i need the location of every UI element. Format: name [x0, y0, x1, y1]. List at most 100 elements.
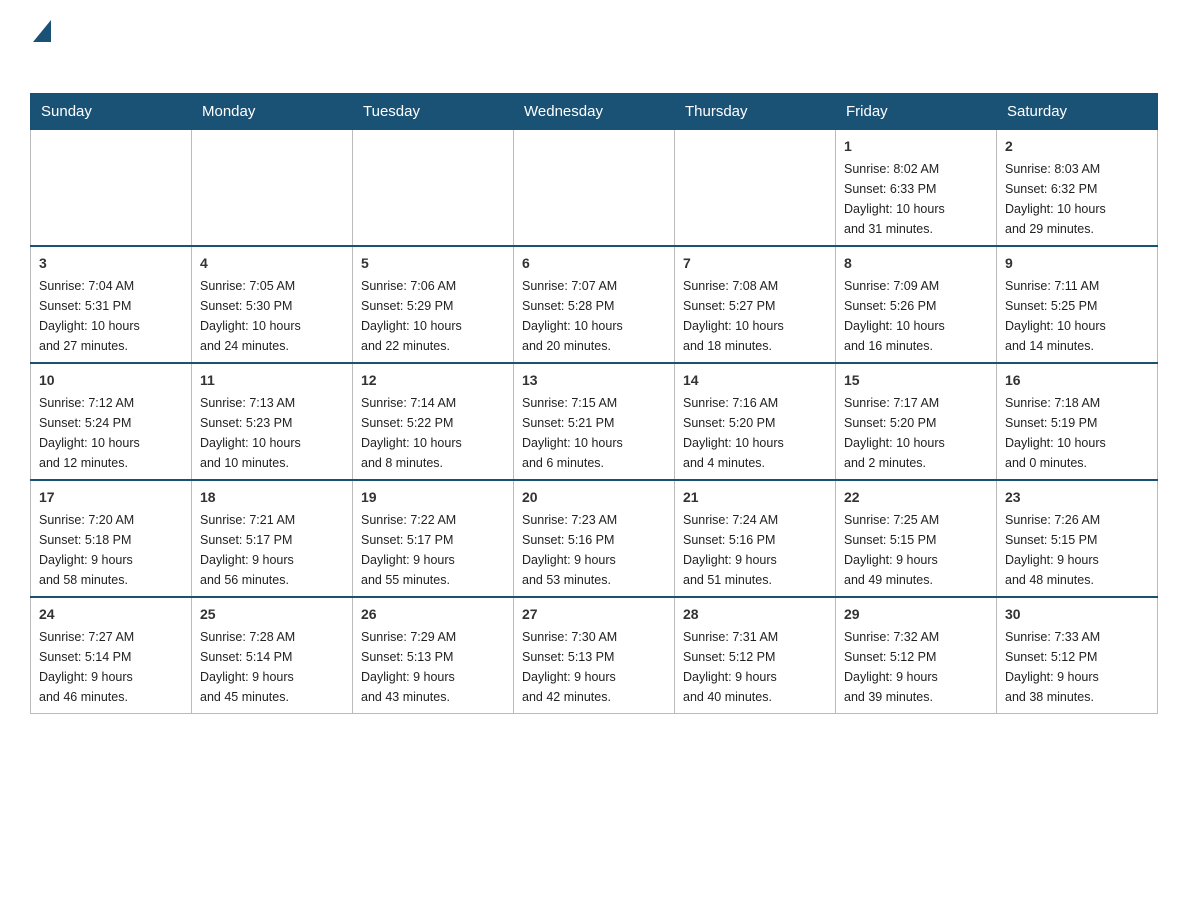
day-number: 25	[200, 604, 344, 625]
day-info: Sunrise: 7:12 AM Sunset: 5:24 PM Dayligh…	[39, 393, 183, 473]
day-number: 24	[39, 604, 183, 625]
day-info: Sunrise: 7:33 AM Sunset: 5:12 PM Dayligh…	[1005, 627, 1149, 707]
calendar-cell	[514, 129, 675, 246]
day-info: Sunrise: 7:32 AM Sunset: 5:12 PM Dayligh…	[844, 627, 988, 707]
calendar-cell: 21Sunrise: 7:24 AM Sunset: 5:16 PM Dayli…	[675, 480, 836, 597]
calendar-table: SundayMondayTuesdayWednesdayThursdayFrid…	[30, 93, 1158, 714]
day-number: 21	[683, 487, 827, 508]
day-number: 13	[522, 370, 666, 391]
day-number: 8	[844, 253, 988, 274]
day-info: Sunrise: 7:08 AM Sunset: 5:27 PM Dayligh…	[683, 276, 827, 356]
day-number: 23	[1005, 487, 1149, 508]
calendar-cell	[675, 129, 836, 246]
calendar-cell: 27Sunrise: 7:30 AM Sunset: 5:13 PM Dayli…	[514, 597, 675, 714]
calendar-cell: 26Sunrise: 7:29 AM Sunset: 5:13 PM Dayli…	[353, 597, 514, 714]
day-info: Sunrise: 7:16 AM Sunset: 5:20 PM Dayligh…	[683, 393, 827, 473]
day-number: 18	[200, 487, 344, 508]
day-number: 19	[361, 487, 505, 508]
calendar-cell	[31, 129, 192, 246]
day-number: 11	[200, 370, 344, 391]
day-number: 17	[39, 487, 183, 508]
weekday-header-monday: Monday	[192, 94, 353, 129]
calendar-cell: 3Sunrise: 7:04 AM Sunset: 5:31 PM Daylig…	[31, 246, 192, 363]
calendar-cell: 16Sunrise: 7:18 AM Sunset: 5:19 PM Dayli…	[997, 363, 1158, 480]
calendar-cell: 14Sunrise: 7:16 AM Sunset: 5:20 PM Dayli…	[675, 363, 836, 480]
day-number: 7	[683, 253, 827, 274]
day-number: 3	[39, 253, 183, 274]
day-info: Sunrise: 7:27 AM Sunset: 5:14 PM Dayligh…	[39, 627, 183, 707]
day-number: 20	[522, 487, 666, 508]
day-info: Sunrise: 7:15 AM Sunset: 5:21 PM Dayligh…	[522, 393, 666, 473]
calendar-cell: 30Sunrise: 7:33 AM Sunset: 5:12 PM Dayli…	[997, 597, 1158, 714]
calendar-week-row: 1Sunrise: 8:02 AM Sunset: 6:33 PM Daylig…	[31, 129, 1158, 246]
calendar-cell: 13Sunrise: 7:15 AM Sunset: 5:21 PM Dayli…	[514, 363, 675, 480]
weekday-header-friday: Friday	[836, 94, 997, 129]
calendar-cell: 17Sunrise: 7:20 AM Sunset: 5:18 PM Dayli…	[31, 480, 192, 597]
calendar-cell: 10Sunrise: 7:12 AM Sunset: 5:24 PM Dayli…	[31, 363, 192, 480]
day-info: Sunrise: 7:05 AM Sunset: 5:30 PM Dayligh…	[200, 276, 344, 356]
logo	[30, 20, 53, 73]
day-number: 10	[39, 370, 183, 391]
day-number: 27	[522, 604, 666, 625]
calendar-cell: 25Sunrise: 7:28 AM Sunset: 5:14 PM Dayli…	[192, 597, 353, 714]
calendar-cell: 20Sunrise: 7:23 AM Sunset: 5:16 PM Dayli…	[514, 480, 675, 597]
calendar-cell: 4Sunrise: 7:05 AM Sunset: 5:30 PM Daylig…	[192, 246, 353, 363]
day-number: 4	[200, 253, 344, 274]
calendar-cell	[192, 129, 353, 246]
day-info: Sunrise: 7:14 AM Sunset: 5:22 PM Dayligh…	[361, 393, 505, 473]
day-number: 6	[522, 253, 666, 274]
logo-triangle-icon	[33, 20, 51, 47]
day-number: 16	[1005, 370, 1149, 391]
calendar-cell: 6Sunrise: 7:07 AM Sunset: 5:28 PM Daylig…	[514, 246, 675, 363]
day-info: Sunrise: 7:25 AM Sunset: 5:15 PM Dayligh…	[844, 510, 988, 590]
day-number: 5	[361, 253, 505, 274]
calendar-cell: 7Sunrise: 7:08 AM Sunset: 5:27 PM Daylig…	[675, 246, 836, 363]
day-info: Sunrise: 8:03 AM Sunset: 6:32 PM Dayligh…	[1005, 159, 1149, 239]
calendar-cell: 2Sunrise: 8:03 AM Sunset: 6:32 PM Daylig…	[997, 129, 1158, 246]
weekday-header-tuesday: Tuesday	[353, 94, 514, 129]
calendar-cell: 23Sunrise: 7:26 AM Sunset: 5:15 PM Dayli…	[997, 480, 1158, 597]
day-info: Sunrise: 7:28 AM Sunset: 5:14 PM Dayligh…	[200, 627, 344, 707]
day-info: Sunrise: 7:22 AM Sunset: 5:17 PM Dayligh…	[361, 510, 505, 590]
weekday-header-sunday: Sunday	[31, 94, 192, 129]
day-number: 28	[683, 604, 827, 625]
day-number: 30	[1005, 604, 1149, 625]
calendar-cell: 28Sunrise: 7:31 AM Sunset: 5:12 PM Dayli…	[675, 597, 836, 714]
day-info: Sunrise: 7:23 AM Sunset: 5:16 PM Dayligh…	[522, 510, 666, 590]
calendar-cell: 8Sunrise: 7:09 AM Sunset: 5:26 PM Daylig…	[836, 246, 997, 363]
day-number: 22	[844, 487, 988, 508]
weekday-header-saturday: Saturday	[997, 94, 1158, 129]
day-info: Sunrise: 7:13 AM Sunset: 5:23 PM Dayligh…	[200, 393, 344, 473]
calendar-cell: 11Sunrise: 7:13 AM Sunset: 5:23 PM Dayli…	[192, 363, 353, 480]
page-header	[30, 20, 1158, 73]
day-number: 15	[844, 370, 988, 391]
day-info: Sunrise: 7:20 AM Sunset: 5:18 PM Dayligh…	[39, 510, 183, 590]
calendar-week-row: 3Sunrise: 7:04 AM Sunset: 5:31 PM Daylig…	[31, 246, 1158, 363]
calendar-cell: 22Sunrise: 7:25 AM Sunset: 5:15 PM Dayli…	[836, 480, 997, 597]
calendar-header-row: SundayMondayTuesdayWednesdayThursdayFrid…	[31, 94, 1158, 129]
day-number: 26	[361, 604, 505, 625]
day-info: Sunrise: 7:09 AM Sunset: 5:26 PM Dayligh…	[844, 276, 988, 356]
day-info: Sunrise: 7:30 AM Sunset: 5:13 PM Dayligh…	[522, 627, 666, 707]
day-info: Sunrise: 7:29 AM Sunset: 5:13 PM Dayligh…	[361, 627, 505, 707]
calendar-cell: 19Sunrise: 7:22 AM Sunset: 5:17 PM Dayli…	[353, 480, 514, 597]
day-number: 2	[1005, 136, 1149, 157]
day-info: Sunrise: 8:02 AM Sunset: 6:33 PM Dayligh…	[844, 159, 988, 239]
calendar-cell: 5Sunrise: 7:06 AM Sunset: 5:29 PM Daylig…	[353, 246, 514, 363]
day-info: Sunrise: 7:06 AM Sunset: 5:29 PM Dayligh…	[361, 276, 505, 356]
calendar-week-row: 24Sunrise: 7:27 AM Sunset: 5:14 PM Dayli…	[31, 597, 1158, 714]
day-number: 9	[1005, 253, 1149, 274]
calendar-cell: 9Sunrise: 7:11 AM Sunset: 5:25 PM Daylig…	[997, 246, 1158, 363]
day-number: 14	[683, 370, 827, 391]
calendar-cell: 29Sunrise: 7:32 AM Sunset: 5:12 PM Dayli…	[836, 597, 997, 714]
day-info: Sunrise: 7:07 AM Sunset: 5:28 PM Dayligh…	[522, 276, 666, 356]
day-info: Sunrise: 7:04 AM Sunset: 5:31 PM Dayligh…	[39, 276, 183, 356]
day-info: Sunrise: 7:21 AM Sunset: 5:17 PM Dayligh…	[200, 510, 344, 590]
day-number: 1	[844, 136, 988, 157]
weekday-header-wednesday: Wednesday	[514, 94, 675, 129]
calendar-week-row: 17Sunrise: 7:20 AM Sunset: 5:18 PM Dayli…	[31, 480, 1158, 597]
day-number: 29	[844, 604, 988, 625]
day-info: Sunrise: 7:18 AM Sunset: 5:19 PM Dayligh…	[1005, 393, 1149, 473]
day-info: Sunrise: 7:11 AM Sunset: 5:25 PM Dayligh…	[1005, 276, 1149, 356]
calendar-cell: 15Sunrise: 7:17 AM Sunset: 5:20 PM Dayli…	[836, 363, 997, 480]
